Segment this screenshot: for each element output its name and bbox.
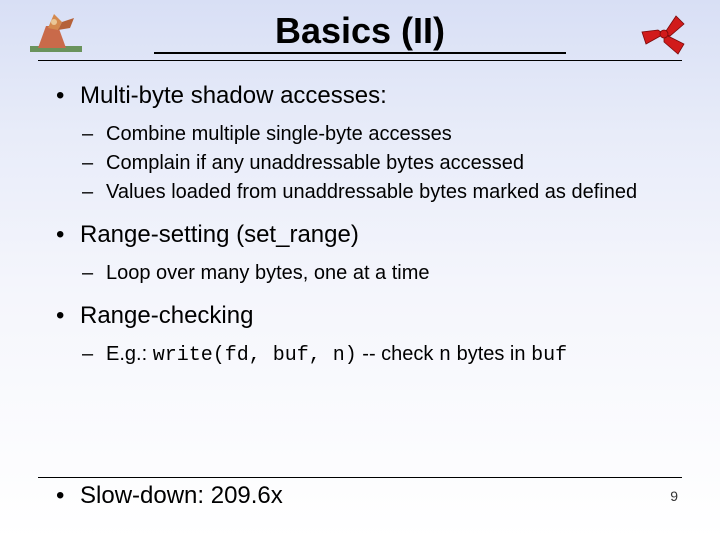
footer-row: Slow-down: 209.6x 9	[38, 482, 682, 510]
bullet-range-setting: Range-setting (set_range) Loop over many…	[56, 220, 664, 287]
text-fragment: -- check	[357, 343, 439, 365]
text-fragment: E.g.:	[106, 343, 153, 365]
sub-list: E.g.: write(fd, buf, n) -- check n bytes…	[80, 341, 664, 369]
bullet-text: Multi-byte shadow accesses:	[80, 82, 387, 109]
slide: Basics (II) Multi-byte shadow accesses: …	[0, 0, 720, 540]
footer-divider	[38, 477, 682, 478]
bullet-text: Range-setting (set_range)	[80, 221, 359, 248]
sub-item: Complain if any unaddressable bytes acce…	[80, 150, 664, 177]
bullet-range-checking: Range-checking E.g.: write(fd, buf, n) -…	[56, 301, 664, 369]
sub-item: E.g.: write(fd, buf, n) -- check n bytes…	[80, 341, 664, 369]
slide-title: Basics (II)	[275, 10, 445, 54]
code-fragment: write(fd, buf, n)	[153, 344, 357, 367]
bullet-list: Multi-byte shadow accesses: Combine mult…	[56, 81, 664, 369]
header: Basics (II)	[38, 10, 682, 61]
bullet-multibyte: Multi-byte shadow accesses: Combine mult…	[56, 81, 664, 206]
code-fragment: buf	[531, 344, 567, 367]
footer: Slow-down: 209.6x 9	[38, 477, 682, 510]
sub-item: Loop over many bytes, one at a time	[80, 260, 664, 287]
bullet-text: Range-checking	[80, 302, 253, 329]
header-divider	[38, 60, 682, 61]
text-fragment: bytes in	[451, 343, 531, 365]
sub-item: Values loaded from unaddressable bytes m…	[80, 179, 664, 206]
sub-item: Combine multiple single-byte accesses	[80, 121, 664, 148]
sub-list: Combine multiple single-byte accesses Co…	[80, 121, 664, 206]
page-number: 9	[670, 488, 682, 504]
code-fragment: n	[439, 344, 451, 367]
slowdown-text: Slow-down: 209.6x	[38, 482, 283, 510]
sub-list: Loop over many bytes, one at a time	[80, 260, 664, 287]
content: Multi-byte shadow accesses: Combine mult…	[38, 67, 682, 369]
